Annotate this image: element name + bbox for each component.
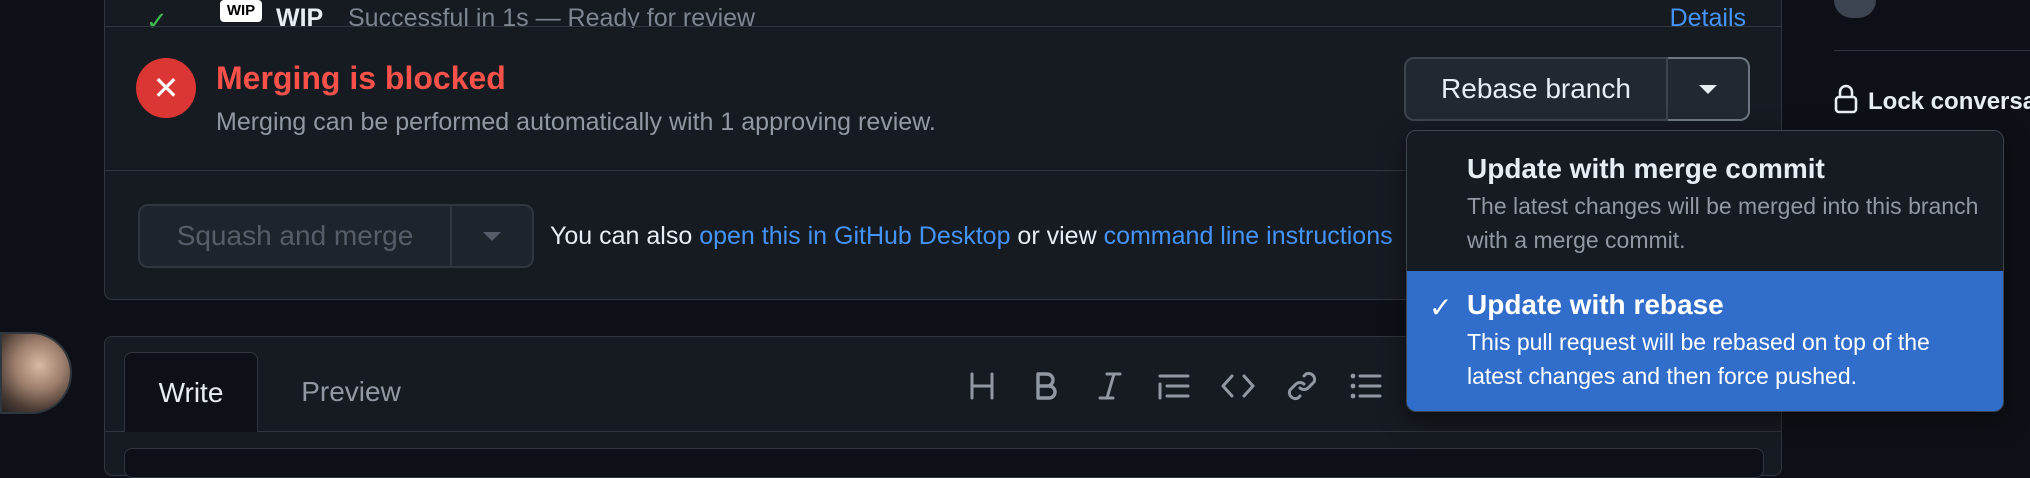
- menu-item-rebase[interactable]: ✓ Update with rebase This pull request w…: [1407, 271, 2003, 411]
- wip-app-logo: WIP: [220, 0, 262, 22]
- merge-method-dropdown-button[interactable]: [452, 204, 534, 268]
- heading-icon[interactable]: [960, 364, 1004, 408]
- check-description: Successful in 1s — Ready for review: [348, 4, 756, 28]
- bold-icon[interactable]: [1024, 364, 1068, 408]
- check-row: ✓ WIP WIP Successful in 1s — Ready for r…: [146, 0, 1746, 28]
- comment-textarea[interactable]: [124, 448, 1764, 478]
- tab-write[interactable]: Write: [124, 352, 258, 432]
- update-branch-group: Rebase branch: [1404, 57, 1750, 121]
- menu-item-title: Update with rebase: [1467, 289, 1724, 320]
- update-branch-dropdown-button[interactable]: [1668, 57, 1750, 121]
- lock-conversation-button[interactable]: Lock conversation: [1834, 84, 2030, 119]
- code-icon[interactable]: [1216, 364, 1260, 408]
- check-details-link[interactable]: Details: [1670, 4, 1746, 28]
- lock-conversation-label: Lock conversation: [1868, 87, 2030, 115]
- github-desktop-link[interactable]: open this in GitHub Desktop: [699, 222, 1010, 250]
- rebase-branch-button[interactable]: Rebase branch: [1404, 57, 1668, 121]
- avatar[interactable]: [0, 332, 72, 414]
- check-icon: ✓: [1429, 292, 1453, 323]
- menu-item-title: Update with merge commit: [1467, 153, 1825, 184]
- merge-button-group: Squash and merge: [138, 204, 534, 268]
- menu-item-description: This pull request will be rebased on top…: [1467, 329, 1930, 389]
- check-name: WIP: [276, 4, 324, 28]
- or-view-text: or view: [1010, 222, 1104, 250]
- menu-item-description: The latest changes will be merged into t…: [1467, 193, 1979, 253]
- list-icon[interactable]: [1344, 364, 1388, 408]
- merge-status-subtitle: Merging can be performed automatically w…: [216, 108, 936, 136]
- tab-preview[interactable]: Preview: [268, 352, 434, 432]
- command-line-instructions-link[interactable]: command line instructions: [1104, 222, 1393, 250]
- italic-icon[interactable]: [1088, 364, 1132, 408]
- lock-icon: [1834, 84, 1858, 119]
- avatar: [1834, 0, 1876, 18]
- divider: [1834, 50, 2030, 51]
- chevron-down-icon: [483, 231, 501, 241]
- also-text: You can also: [550, 222, 700, 250]
- chevron-down-icon: [1699, 84, 1717, 94]
- divider: [104, 26, 1782, 27]
- check-icon: ✓: [146, 6, 168, 28]
- link-icon[interactable]: [1280, 364, 1324, 408]
- merge-alternatives-text: You can also open this in GitHub Desktop…: [550, 222, 1393, 251]
- squash-and-merge-button[interactable]: Squash and merge: [138, 204, 452, 268]
- x-circle-icon: ✕: [136, 58, 196, 118]
- quote-icon[interactable]: [1152, 364, 1196, 408]
- update-branch-menu: Update with merge commit The latest chan…: [1406, 130, 2004, 412]
- menu-item-merge-commit[interactable]: Update with merge commit The latest chan…: [1407, 131, 2003, 271]
- merge-status-title: Merging is blocked: [216, 60, 506, 96]
